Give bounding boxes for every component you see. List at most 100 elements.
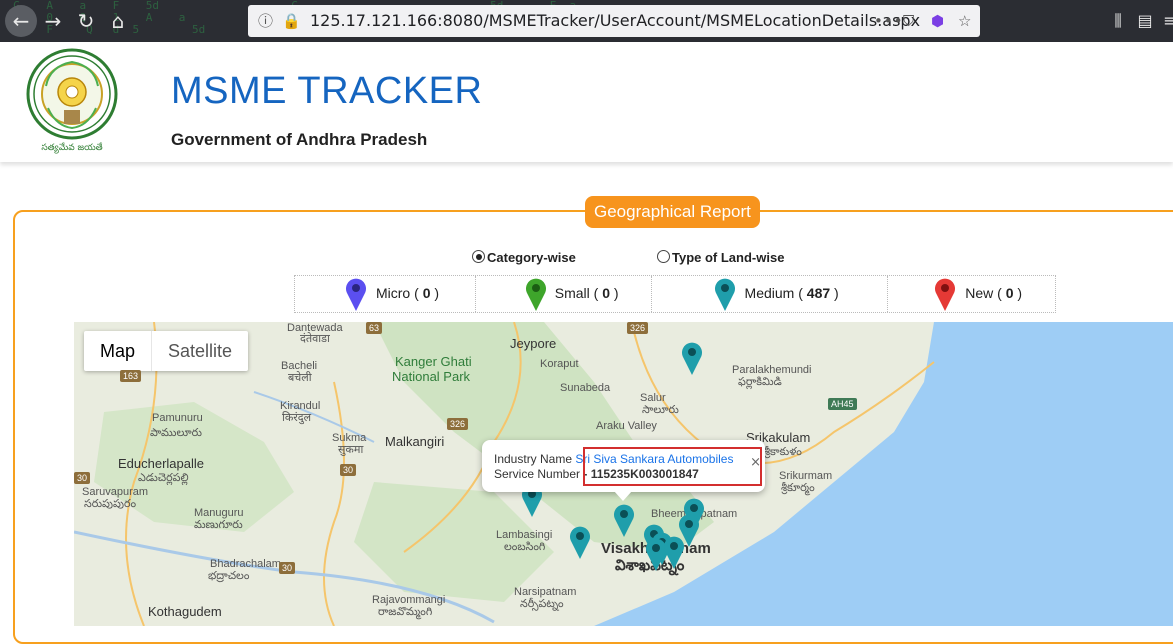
place-label: Paralakhemundi	[732, 364, 812, 376]
highlight-box	[583, 447, 762, 486]
place-label: సరుపుపురం	[84, 498, 137, 510]
micro-marker-icon	[346, 278, 366, 311]
home-button[interactable]: ⌂	[103, 6, 133, 36]
legend-item-new[interactable]: New ( 0 )	[888, 276, 1055, 312]
medium-marker[interactable]	[568, 524, 592, 560]
radio-selected-indicator[interactable]	[472, 250, 485, 263]
place-label: Sukma	[332, 432, 367, 444]
legend-count: 0	[602, 285, 611, 301]
place-label: Kanger Ghati	[395, 354, 472, 369]
service-number-label: Service Number	[494, 467, 581, 481]
radio-category-wise[interactable]: Category-wise	[472, 250, 576, 265]
radio-label: Type of Land-wise	[672, 250, 785, 265]
satellite-view-button[interactable]: Satellite	[152, 331, 248, 371]
legend-item-medium[interactable]: Medium ( 487 )	[652, 276, 889, 312]
place-label: Manuguru	[194, 507, 244, 519]
radio-label: Category-wise	[487, 250, 576, 265]
place-label: Pamunuru	[152, 412, 203, 424]
url-bar[interactable]: ⓘ 🔒 125.17.121.166:8080/MSMETracker/User…	[248, 5, 980, 37]
bookmark-star-icon[interactable]: ☆	[958, 5, 971, 37]
place-label: Malkangiri	[385, 434, 445, 449]
place-label: ఎడుచెర్లపల్లి	[138, 472, 189, 484]
place-label: పాములూరు	[150, 427, 202, 439]
legend-name: Micro	[376, 285, 411, 301]
road-shield: 326	[627, 322, 649, 334]
legend-name: New	[965, 285, 994, 301]
place-label: दंतेवाडा	[300, 333, 330, 345]
place-label: సాలూరు	[642, 404, 679, 416]
place-label: बचेली	[288, 372, 312, 384]
reload-button[interactable]: ↻	[71, 6, 101, 36]
place-label: Rajavommangi	[372, 594, 446, 606]
place-label: Narsipatnam	[514, 586, 577, 598]
radio-land-wise[interactable]: Type of Land-wise	[657, 250, 784, 265]
legend-name: Small	[554, 285, 590, 301]
road-shield: 30	[74, 472, 91, 484]
road-shield: 163	[120, 370, 142, 382]
place-label: మణుగూరు	[194, 519, 243, 531]
map-view-button[interactable]: Map	[84, 331, 153, 371]
category-legend: Micro ( 0 ) Small ( 0 ) Medium ( 487 ) N…	[294, 275, 1056, 313]
place-label: किरंदुल	[282, 412, 312, 424]
place-label: Saruvapuram	[82, 486, 149, 498]
legend-count: 0	[422, 285, 431, 301]
place-label: నర్సీపట్నం	[520, 598, 564, 610]
place-label: Koraput	[540, 358, 579, 370]
legend-count: 487	[806, 285, 831, 301]
svg-text:సత్యమేవ జయతే: సత్యమేవ జయతే	[41, 142, 102, 154]
road-shield: AH45	[828, 398, 857, 410]
browser-toolbar: G A a F 5d G 5d F a I 0 Q 1 A a 1 0 Q I …	[0, 0, 1173, 42]
back-button[interactable]: ←	[5, 5, 37, 37]
forward-button[interactable]: →	[38, 6, 68, 36]
place-label: ఫర్లాకిమిడి	[738, 376, 782, 388]
site-header: సత్యమేవ జయతే MSME TRACKER Government of …	[0, 42, 1173, 162]
place-label: రాజవొమ్మంగి	[378, 606, 433, 618]
radio-unselected-indicator[interactable]	[657, 250, 670, 263]
report-title: Geographical Report	[585, 196, 760, 228]
place-label: Sunabeda	[560, 382, 611, 394]
site-title: MSME TRACKER	[171, 70, 483, 112]
place-label: Salur	[640, 392, 666, 404]
place-label: Kothagudem	[148, 604, 222, 619]
medium-marker[interactable]	[680, 340, 704, 376]
road-shield: 30	[279, 562, 296, 574]
extension-icon[interactable]: ⬢	[931, 5, 944, 37]
menu-icon[interactable]: ≡	[1156, 6, 1173, 36]
place-label: Jeypore	[510, 336, 557, 351]
library-icon[interactable]: ⫼	[1104, 6, 1132, 36]
medium-marker[interactable]	[612, 502, 636, 538]
road-shield: 326	[447, 418, 469, 430]
page-actions-icon[interactable]: •••	[874, 5, 904, 37]
place-label: Educherlapalle	[118, 456, 205, 471]
place-label: శ్రీకూర్మం	[781, 482, 815, 494]
legend-item-small[interactable]: Small ( 0 )	[476, 276, 652, 312]
place-label: Srikurmam	[779, 470, 833, 482]
legend-name: Medium	[744, 285, 795, 301]
ap-emblem-logo: సత్యమేవ జయతే	[26, 46, 118, 158]
new-marker-icon	[935, 278, 956, 311]
info-icon[interactable]: ⓘ	[258, 5, 273, 37]
place-label: శ్రీకాకుళం	[764, 446, 802, 458]
insecure-lock-icon[interactable]: 🔒	[282, 5, 301, 37]
pocket-icon[interactable]: ⛉	[903, 5, 914, 37]
medium-marker[interactable]	[662, 534, 686, 570]
place-label: Araku Valley	[596, 420, 657, 432]
legend-count: 0	[1005, 285, 1014, 301]
road-shield: 30	[340, 464, 357, 476]
place-label: Kirandul	[280, 400, 321, 412]
place-label: Lambasingi	[496, 529, 553, 541]
place-label: లంబసింగి	[504, 541, 546, 553]
legend-item-micro[interactable]: Micro ( 0 )	[295, 276, 476, 312]
medium-marker-icon	[714, 278, 735, 311]
small-marker-icon	[525, 278, 546, 311]
place-label: Bhadrachalam	[210, 558, 281, 570]
place-label: భద్రాచలం	[208, 570, 250, 582]
industry-name-label: Industry Name	[494, 452, 573, 466]
url-text[interactable]: 125.17.121.166:8080/MSMETracker/UserAcco…	[310, 5, 920, 37]
place-label: सुकमा	[338, 444, 364, 456]
road-shield: 63	[366, 322, 383, 334]
map-type-control[interactable]: Map Satellite	[84, 331, 249, 371]
place-label: Bacheli	[281, 360, 318, 372]
site-subtitle: Government of Andhra Pradesh	[171, 130, 428, 149]
sidebar-icon[interactable]: ▤	[1131, 6, 1159, 36]
